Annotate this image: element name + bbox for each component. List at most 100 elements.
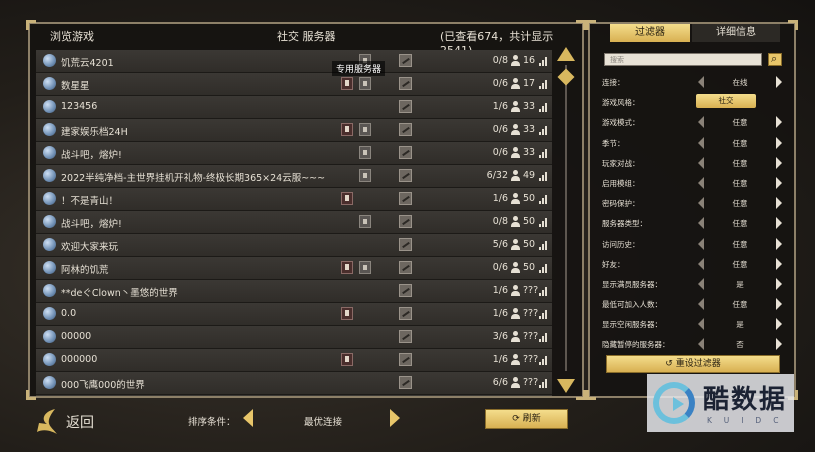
- server-row[interactable]: **deぐClown丶墨悠的世界 1/6???: [36, 280, 552, 303]
- signal-icon: [539, 286, 549, 296]
- player-count: 1/6: [492, 101, 508, 112]
- filter-next-arrow-icon[interactable]: [776, 176, 782, 189]
- player-count: 1/6: [492, 308, 508, 319]
- reset-filters-button[interactable]: ↺ 重设过滤器: [606, 355, 780, 373]
- sort-next-arrow-icon[interactable]: [390, 409, 400, 427]
- back-button[interactable]: 返回: [66, 412, 94, 432]
- filter-next-arrow-icon[interactable]: [776, 298, 782, 311]
- player-count: 6/32: [486, 170, 508, 181]
- server-row[interactable]: ！不是青山！ 1/6 50: [36, 188, 552, 211]
- server-row[interactable]: 建家娱乐档24H 0/6 33: [36, 119, 552, 142]
- server-row[interactable]: 0025: [36, 395, 552, 396]
- filter-next-arrow-icon[interactable]: [776, 76, 782, 88]
- player-count: 6/6: [492, 377, 508, 388]
- settings-icon: [399, 215, 412, 228]
- ping-value: 50: [523, 216, 536, 227]
- signal-icon: [539, 240, 549, 250]
- dedicated-server-icon: [359, 169, 371, 182]
- scroll-down-arrow-icon[interactable]: [557, 379, 575, 393]
- ping-value: ???: [523, 285, 539, 296]
- globe-icon: [43, 330, 56, 343]
- server-row[interactable]: 战斗吧，熔炉! 0/6 33: [36, 142, 552, 165]
- filter-next-arrow-icon[interactable]: [776, 338, 782, 351]
- scroll-up-arrow-icon[interactable]: [557, 47, 575, 61]
- filter-value[interactable]: 社交: [696, 94, 756, 109]
- player-icon: [511, 193, 520, 204]
- filter-label: 连接：: [602, 78, 625, 87]
- server-row[interactable]: 饥荒云4201 0/8 16: [36, 50, 552, 73]
- filter-search-input[interactable]: 搜索: [604, 53, 762, 66]
- settings-icon: [399, 238, 412, 251]
- server-row[interactable]: 00000 3/6???: [36, 326, 552, 349]
- watermark-subtitle: KUIDC: [707, 416, 791, 425]
- search-icon[interactable]: [768, 52, 782, 66]
- signal-icon: [539, 125, 549, 135]
- filter-next-arrow-icon[interactable]: [776, 277, 782, 290]
- server-name: 000000: [61, 354, 98, 365]
- filter-next-arrow-icon[interactable]: [776, 197, 782, 210]
- browse-title: 浏览游戏: [50, 30, 94, 43]
- player-icon: [511, 377, 520, 388]
- tab-details[interactable]: 详细信息: [692, 24, 780, 42]
- ping-value: 17: [523, 78, 536, 89]
- filter-row: 密码保护： 任意: [598, 193, 790, 213]
- server-row[interactable]: 数星星 0/6 17: [36, 73, 552, 96]
- settings-icon: [399, 54, 412, 67]
- filter-next-arrow-icon[interactable]: [776, 217, 782, 230]
- tab-filters[interactable]: 过滤器: [610, 24, 690, 42]
- filter-label: 季节：: [602, 138, 625, 148]
- filter-next-arrow-icon[interactable]: [776, 136, 782, 149]
- filter-next-arrow-icon[interactable]: [776, 156, 782, 169]
- filter-next-arrow-icon[interactable]: [776, 318, 782, 331]
- settings-icon: [399, 169, 412, 182]
- watermark-title: 酷数据: [703, 385, 788, 415]
- scroll-thumb[interactable]: [557, 68, 575, 86]
- settings-icon: [399, 100, 412, 113]
- settings-icon: [399, 123, 412, 136]
- server-row[interactable]: 000飞鹰000的世界 6/6???: [36, 372, 552, 395]
- ping-value: 50: [523, 262, 536, 273]
- filter-next-arrow-icon[interactable]: [776, 237, 782, 250]
- back-arrow-icon[interactable]: [33, 406, 59, 436]
- player-count: 5/6: [492, 239, 508, 250]
- server-row[interactable]: 阿林的饥荒 0/6 50: [36, 257, 552, 280]
- filter-label: 密码保护：: [602, 199, 640, 209]
- filter-row: 游戏风格： 社交: [598, 92, 790, 112]
- dedicated-server-icon: [359, 77, 371, 90]
- server-row[interactable]: 000000 1/6???: [36, 349, 552, 372]
- server-browser-panel: 浏览游戏 社交 服务器 (已查看674，共计显示2541) 饥荒云4201 0/8…: [26, 20, 586, 400]
- filter-next-arrow-icon[interactable]: [776, 116, 782, 129]
- player-icon: [511, 262, 520, 273]
- filter-label: 玩家对战：: [602, 158, 640, 168]
- filter-row: 最低可加入人数： 任意: [598, 294, 790, 314]
- sort-prev-arrow-icon[interactable]: [243, 409, 253, 427]
- server-name: 饥荒云4201: [61, 58, 114, 69]
- refresh-button[interactable]: ⟳ 刷新: [485, 409, 568, 429]
- ping-value: ???: [523, 377, 539, 388]
- watermark: 酷数据 KUIDC: [647, 374, 794, 432]
- filter-value: 任意: [732, 300, 748, 310]
- player-count: 0/6: [492, 147, 508, 158]
- player-count: 3/6: [492, 331, 508, 342]
- server-row[interactable]: 123456 1/6 33: [36, 96, 552, 119]
- ping-value: 50: [523, 193, 536, 204]
- settings-icon: [399, 353, 412, 366]
- server-row[interactable]: 欢迎大家来玩 5/6 50: [36, 234, 552, 257]
- filter-label: 游戏风格：: [602, 98, 640, 108]
- mod-icon: [341, 261, 353, 274]
- globe-icon: [43, 353, 56, 366]
- server-row[interactable]: 战斗吧，熔炉! 0/8 50: [36, 211, 552, 234]
- filter-label: 访问历史：: [602, 239, 640, 249]
- server-name: 阿林的饥荒: [61, 265, 109, 276]
- filter-label: 好友：: [602, 259, 625, 269]
- server-name: ！不是青山！: [61, 196, 119, 207]
- settings-icon: [399, 376, 412, 389]
- server-list-scrollbar[interactable]: [554, 47, 578, 393]
- filter-next-arrow-icon[interactable]: [776, 257, 782, 270]
- player-icon: [511, 101, 520, 112]
- server-row[interactable]: 2022半纯净档-主世界挂机开礼物-终极长期365×24云服~~~ 6/32 49: [36, 165, 552, 188]
- server-row[interactable]: 0.0 1/6???: [36, 303, 552, 326]
- globe-icon: [43, 123, 56, 136]
- scroll-track[interactable]: [565, 65, 567, 371]
- signal-icon: [539, 378, 549, 388]
